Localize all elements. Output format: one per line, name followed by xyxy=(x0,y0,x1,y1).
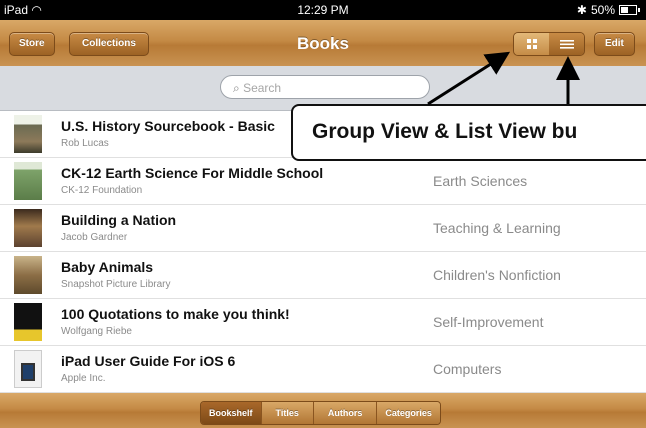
book-title: Building a Nation xyxy=(61,212,177,228)
list-item[interactable]: iPad User Guide For iOS 6 Apple Inc. Com… xyxy=(0,346,646,393)
list-item[interactable]: Baby Animals Snapshot Picture Library Ch… xyxy=(0,252,646,299)
grid-view-button[interactable] xyxy=(514,33,549,55)
search-input[interactable]: ⌕ Search xyxy=(220,75,430,99)
tab-titles[interactable]: Titles xyxy=(260,402,313,424)
book-title: iPad User Guide For iOS 6 xyxy=(61,353,236,369)
list-view-button[interactable] xyxy=(549,33,584,55)
book-category: Self-Improvement xyxy=(433,314,544,330)
book-category: Computers xyxy=(433,361,502,377)
book-author: Rob Lucas xyxy=(61,138,109,149)
bluetooth-icon: ✱ xyxy=(576,3,587,17)
book-category: Earth Sciences xyxy=(433,173,528,189)
search-placeholder: Search xyxy=(243,81,282,95)
list-item[interactable]: Building a Nation Jacob Gardner Teaching… xyxy=(0,205,646,252)
list-icon xyxy=(559,40,574,49)
ipad-image-icon xyxy=(21,363,35,381)
book-author: CK-12 Foundation xyxy=(61,185,143,196)
book-cover xyxy=(14,256,42,294)
book-author: Wolfgang Riebe xyxy=(61,326,132,337)
grid-icon xyxy=(526,39,537,49)
book-cover xyxy=(14,350,42,388)
tab-authors[interactable]: Authors xyxy=(312,402,377,424)
book-cover xyxy=(14,209,42,247)
bottom-toolbar: Bookshelf Titles Authors Categories xyxy=(0,393,646,428)
annotation-callout: Group View & List View bu xyxy=(291,104,646,161)
status-bar: iPad ◠ 12:29 PM ✱ 50% xyxy=(0,0,646,20)
book-category: Teaching & Learning xyxy=(433,220,561,236)
sort-tabs: Bookshelf Titles Authors Categories xyxy=(200,401,441,425)
list-item[interactable]: 100 Quotations to make you think! Wolfga… xyxy=(0,299,646,346)
clock: 12:29 PM xyxy=(297,3,349,17)
list-item[interactable]: CK-12 Earth Science For Middle School CK… xyxy=(0,158,646,205)
battery-status: ✱ 50% xyxy=(577,3,640,17)
book-author: Apple Inc. xyxy=(61,373,106,384)
annotation-text: Group View & List View bu xyxy=(312,120,578,143)
book-title: 100 Quotations to make you think! xyxy=(61,306,290,322)
search-icon: ⌕ xyxy=(233,81,240,95)
tab-bookshelf[interactable]: Bookshelf xyxy=(201,402,261,424)
book-author: Jacob Gardner xyxy=(61,232,128,243)
tab-categories[interactable]: Categories xyxy=(376,402,440,424)
top-toolbar: Store Collections Books Edit xyxy=(0,20,646,66)
book-cover xyxy=(14,162,42,200)
battery-tip xyxy=(638,8,640,12)
book-title: Baby Animals xyxy=(61,259,154,275)
battery-icon xyxy=(619,5,637,15)
battery-percent: 50% xyxy=(590,3,615,17)
edit-button[interactable]: Edit xyxy=(594,32,635,56)
book-cover xyxy=(14,115,42,153)
book-category: Children's Nonfiction xyxy=(433,267,561,283)
book-title: U.S. History Sourcebook - Basic xyxy=(61,118,275,134)
book-title: CK-12 Earth Science For Middle School xyxy=(61,165,324,181)
book-author: Snapshot Picture Library xyxy=(61,279,171,290)
book-cover xyxy=(14,303,42,341)
view-mode-switch xyxy=(513,32,585,56)
